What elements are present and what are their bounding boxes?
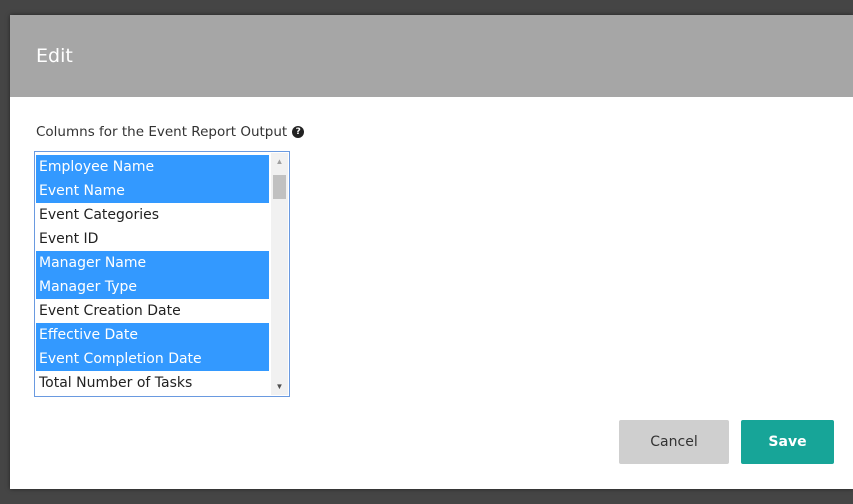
list-option[interactable]: Event ID [36,227,269,251]
cancel-button[interactable]: Cancel [619,420,729,464]
columns-multiselect[interactable]: Employee Name Event Name Event Categories E… [34,151,290,397]
scroll-up-arrow-icon[interactable]: ▲ [271,153,288,170]
dialog-header: Edit [10,15,853,97]
scroll-down-arrow-icon[interactable]: ▼ [271,378,288,395]
scrollbar-thumb[interactable] [273,175,286,199]
list-option[interactable]: Total Number of Tasks [36,371,269,395]
edit-dialog: Edit Columns for the Event Report Output… [10,15,853,489]
list-option[interactable]: Manager Name [36,251,269,275]
columns-field-label: Columns for the Event Report Output ? [36,124,305,140]
list-option[interactable]: Event Categories [36,203,269,227]
columns-label-text: Columns for the Event Report Output [36,124,288,140]
list-option[interactable]: Employee Name [36,155,269,179]
list-option[interactable]: Manager Type [36,275,269,299]
save-button[interactable]: Save [741,420,834,464]
columns-options: Employee Name Event Name Event Categories E… [36,155,269,395]
dialog-title: Edit [36,45,73,67]
listbox-scrollbar[interactable]: ▲ ▼ [271,153,288,395]
question-circle-icon[interactable]: ? [292,126,305,138]
list-option[interactable]: Effective Date [36,323,269,347]
list-option[interactable]: Event Completion Date [36,347,269,371]
list-option[interactable]: Event Creation Date [36,299,269,323]
list-option[interactable]: Event Name [36,179,269,203]
